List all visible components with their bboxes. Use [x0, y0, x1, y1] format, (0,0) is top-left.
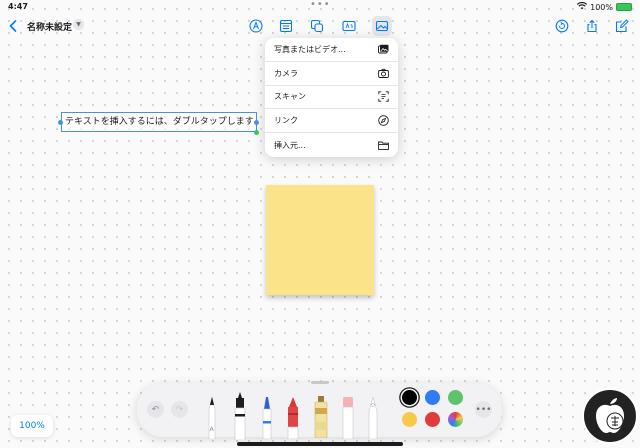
home-indicator: [237, 442, 403, 446]
menu-item-label: 挿入元...: [274, 140, 306, 150]
collaborate-icon[interactable]: [552, 16, 572, 36]
text-box[interactable]: テキストを挿入するには、ダブルタップします: [61, 112, 257, 132]
crayon-tool[interactable]: [285, 397, 301, 439]
resize-handle-right[interactable]: [254, 120, 259, 125]
rotate-handle[interactable]: [254, 130, 259, 135]
menu-item-camera[interactable]: カメラ: [265, 62, 398, 86]
color-green-swatch[interactable]: [448, 390, 463, 405]
wifi-icon: [577, 1, 588, 12]
photo-icon: [378, 44, 389, 55]
menu-item-photo-video[interactable]: 写真またはビデオ...: [265, 38, 398, 62]
menu-item-link[interactable]: リンク: [265, 109, 398, 134]
shapes-icon[interactable]: [307, 16, 327, 36]
more-options-icon[interactable]: •••: [475, 401, 492, 418]
folder-icon: [378, 140, 389, 151]
status-time: 4:47: [8, 2, 28, 11]
redo-button[interactable]: ↷: [171, 401, 188, 418]
multitasking-dots-icon[interactable]: •••: [310, 0, 331, 10]
eraser-tool[interactable]: [340, 397, 356, 439]
marker-tool[interactable]: [260, 397, 274, 439]
zoom-level-button[interactable]: 100%: [11, 415, 53, 437]
status-bar: 4:47 ••• 100%: [0, 0, 640, 14]
menu-item-label: 写真またはビデオ...: [274, 44, 346, 54]
menu-item-label: スキャン: [274, 92, 306, 102]
battery-percentage: 100%: [590, 2, 613, 12]
fountain-pen-tool[interactable]: [232, 392, 248, 440]
text-insert-icon[interactable]: [339, 16, 359, 36]
media-insert-icon[interactable]: [372, 16, 392, 36]
title-menu-chevron-icon[interactable]: ▼: [73, 19, 84, 30]
insert-menu: 写真またはビデオ... カメラ スキャン リンク 挿入元...: [265, 38, 398, 157]
color-picker-multicolor-swatch[interactable]: [448, 412, 463, 427]
menu-item-label: カメラ: [274, 68, 298, 78]
status-indicators: 100%: [577, 1, 632, 12]
color-black-swatch[interactable]: [402, 390, 417, 405]
scan-icon: [378, 91, 389, 103]
color-yellow-swatch[interactable]: [402, 412, 417, 427]
back-chevron-icon[interactable]: [3, 16, 23, 36]
watermark-logo-icon: [582, 388, 638, 444]
link-icon: [378, 115, 389, 127]
camera-icon: [378, 68, 389, 79]
battery-icon: [616, 3, 632, 11]
sticky-note[interactable]: [266, 185, 374, 295]
menu-item-label: リンク: [274, 116, 298, 126]
color-red-swatch[interactable]: [425, 412, 440, 427]
resize-handle-left[interactable]: [58, 120, 63, 125]
menu-item-insert-from[interactable]: 挿入元...: [265, 133, 398, 157]
color-blue-swatch[interactable]: [425, 390, 440, 405]
menu-item-scan[interactable]: スキャン: [265, 86, 398, 110]
share-icon[interactable]: [582, 16, 602, 36]
compose-icon[interactable]: [612, 16, 632, 36]
toolbar: 名称未設定 ▼: [0, 14, 640, 40]
undo-button[interactable]: ↶: [147, 401, 164, 418]
monoline-pen-tool[interactable]: A: [205, 397, 219, 439]
watercolor-brush-tool[interactable]: [312, 396, 330, 438]
document-title[interactable]: 名称未設定: [27, 20, 72, 33]
pen-markup-icon[interactable]: [246, 16, 266, 36]
lasso-tool[interactable]: [366, 397, 380, 439]
palette-grabber[interactable]: [311, 381, 329, 384]
text-box-icon[interactable]: [276, 16, 296, 36]
